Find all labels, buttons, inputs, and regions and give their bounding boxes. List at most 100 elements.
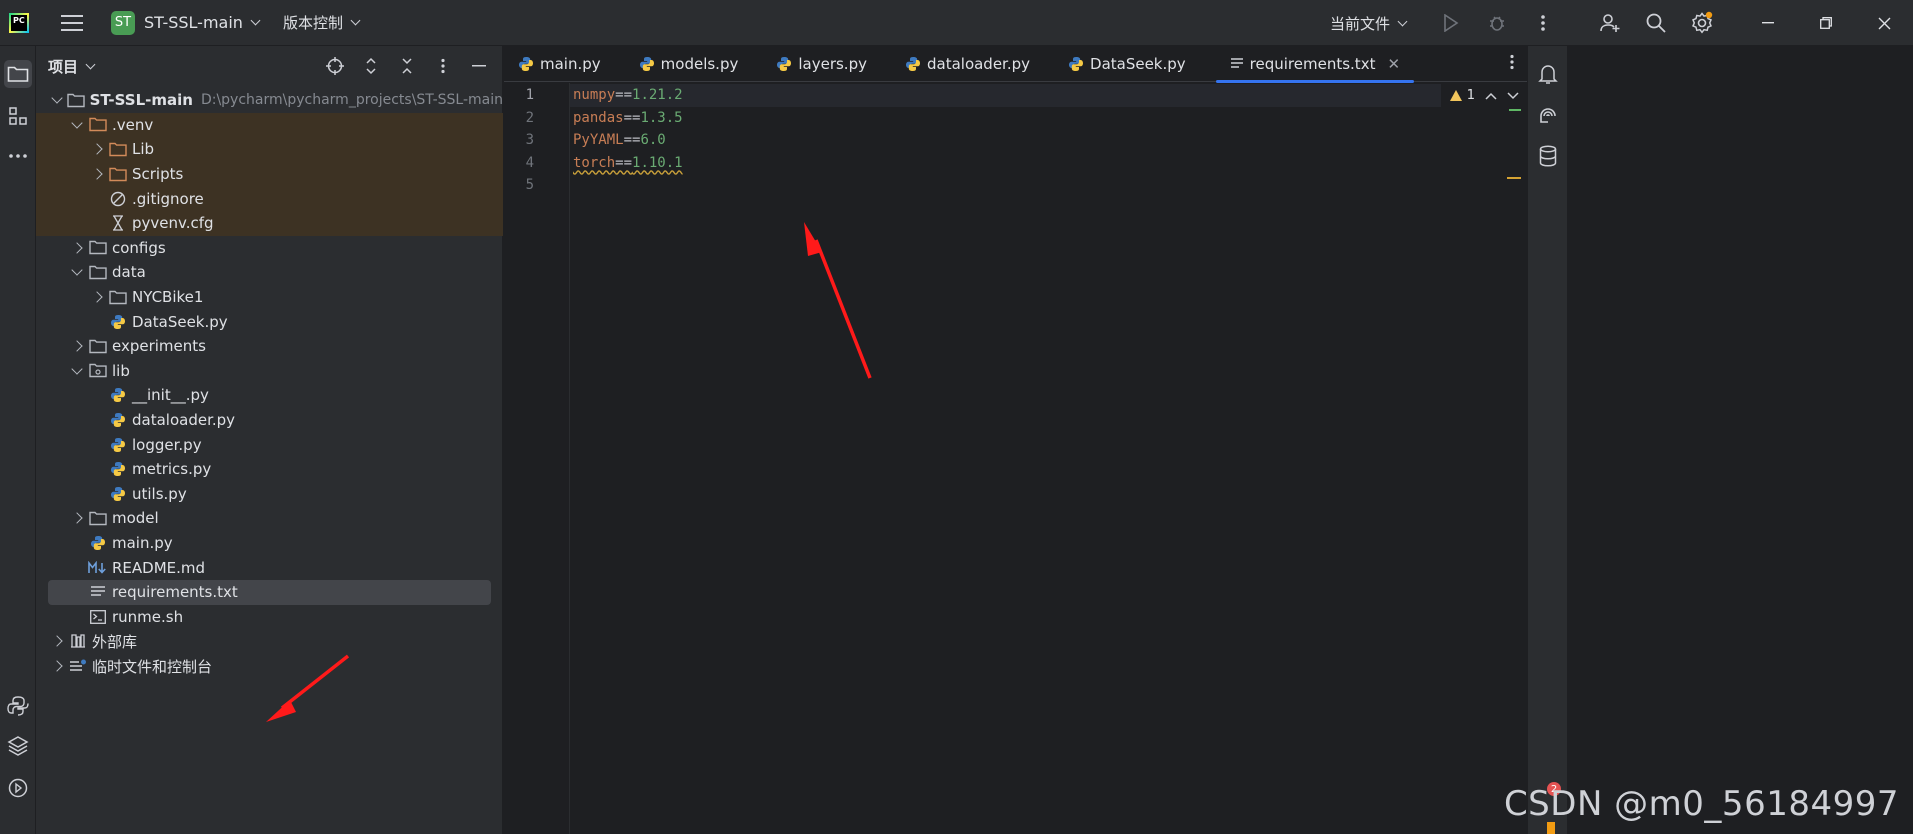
- debug-button[interactable]: [1483, 9, 1511, 37]
- tab-layers-py[interactable]: layers.py: [762, 46, 881, 82]
- tree-row-init[interactable]: __init__.py: [36, 383, 503, 408]
- tree-row-dataseek[interactable]: DataSeek.py: [36, 309, 503, 334]
- chevron-right-icon[interactable]: [90, 167, 104, 181]
- more-actions-button[interactable]: [1529, 9, 1557, 37]
- tree-row-external-libraries[interactable]: 外部库: [36, 629, 503, 654]
- collapse-all-button[interactable]: [396, 55, 418, 77]
- python-file-icon: [108, 313, 128, 331]
- tree-row-experiments[interactable]: experiments: [36, 334, 503, 359]
- tree-row-data[interactable]: data: [36, 260, 503, 285]
- search-everywhere-button[interactable]: [1642, 9, 1670, 37]
- notifications-button[interactable]: [1534, 60, 1562, 88]
- version-operator: ==: [623, 132, 641, 148]
- tree-row-pyvenv-cfg[interactable]: pyvenv.cfg: [36, 211, 503, 236]
- tree-row-scripts[interactable]: Scripts: [36, 161, 503, 187]
- tree-row-metrics[interactable]: metrics.py: [36, 457, 503, 482]
- tab-dataseek-py[interactable]: DataSeek.py: [1054, 46, 1200, 82]
- expand-all-button[interactable]: [360, 55, 382, 77]
- tree-row-dataloader[interactable]: dataloader.py: [36, 408, 503, 433]
- project-badge[interactable]: ST: [111, 10, 135, 35]
- chevron-right-icon[interactable]: [70, 339, 84, 353]
- code-line[interactable]: PyYAML==6.0: [573, 129, 666, 152]
- main-menu-icon[interactable]: [61, 14, 83, 31]
- add-user-button[interactable]: [1596, 9, 1624, 37]
- tree-row-nycbike1[interactable]: NYCBike1: [36, 285, 503, 310]
- code-line[interactable]: torch==1.10.1: [573, 152, 683, 175]
- tab-models-py[interactable]: models.py: [625, 46, 753, 82]
- tree-row-runme[interactable]: runme.sh: [36, 605, 503, 630]
- panel-options-button[interactable]: [432, 55, 454, 77]
- chevron-down-icon[interactable]: [50, 93, 63, 107]
- hide-panel-button[interactable]: [468, 55, 490, 77]
- tree-row-label: dataloader.py: [132, 411, 236, 430]
- chevron-down-icon[interactable]: [350, 15, 361, 26]
- chevron-down-icon[interactable]: [250, 15, 261, 26]
- tree-row-readme[interactable]: README.md: [36, 555, 503, 580]
- restore-button[interactable]: [1797, 0, 1855, 46]
- settings-button[interactable]: [1688, 9, 1716, 37]
- chevron-right-icon[interactable]: [90, 290, 104, 304]
- warning-counter[interactable]: 1: [1449, 88, 1475, 103]
- inspection-widget[interactable]: 1: [1449, 88, 1519, 103]
- expand-all-icon: [366, 57, 376, 75]
- run-button[interactable]: [1437, 9, 1465, 37]
- scrollbar-change-marker[interactable]: [1509, 109, 1521, 111]
- project-tool-button[interactable]: [4, 60, 32, 88]
- chevron-right-icon[interactable]: [70, 511, 84, 525]
- chevron-right-icon[interactable]: [50, 659, 64, 673]
- code-line[interactable]: numpy==1.21.2: [570, 84, 1441, 107]
- minimize-button[interactable]: [1739, 0, 1797, 46]
- tab-requirements-txt[interactable]: requirements.txt ✕: [1215, 46, 1415, 83]
- tree-row-main[interactable]: main.py: [36, 531, 503, 556]
- tree-row-gitignore[interactable]: .gitignore: [36, 186, 503, 211]
- chevron-down-icon[interactable]: [85, 59, 96, 69]
- folder-icon: [88, 239, 108, 257]
- line-number: 1: [525, 87, 534, 103]
- python-packages-button[interactable]: [4, 732, 32, 760]
- tree-row-lib-venv[interactable]: Lib: [36, 137, 503, 162]
- tree-row-scratches[interactable]: 临时文件和控制台: [36, 654, 503, 679]
- tab-options-button[interactable]: [1509, 54, 1515, 74]
- locate-file-button[interactable]: [324, 55, 346, 77]
- python-file-icon: [108, 460, 128, 478]
- tree-row-label: data: [112, 263, 146, 282]
- tab-main-py[interactable]: main.py: [504, 46, 615, 82]
- ai-assistant-button[interactable]: [1534, 102, 1562, 130]
- code-line[interactable]: pandas==1.3.5: [573, 107, 683, 130]
- chevron-right-icon[interactable]: [90, 142, 104, 156]
- project-view-selector[interactable]: 项目: [48, 56, 78, 77]
- database-button[interactable]: [1534, 142, 1562, 170]
- close-tab-icon[interactable]: ✕: [1387, 55, 1400, 73]
- python-file-icon: [108, 485, 128, 503]
- chevron-up-icon[interactable]: [1485, 92, 1497, 100]
- restore-icon: [1820, 17, 1832, 29]
- tab-dataloader-py[interactable]: dataloader.py: [891, 46, 1044, 82]
- tree-row-lib[interactable]: lib: [36, 359, 503, 384]
- close-window-button[interactable]: [1855, 0, 1913, 46]
- tree-row-root[interactable]: ST-SSL-main D:\pycharm\pycharm_projects\…: [36, 88, 503, 113]
- chevron-down-icon[interactable]: [70, 364, 84, 378]
- chevron-down-icon[interactable]: [70, 118, 84, 132]
- folder-icon: [88, 263, 108, 281]
- tree-row-configs[interactable]: configs: [36, 236, 503, 261]
- services-button[interactable]: [4, 774, 32, 802]
- vcs-menu[interactable]: 版本控制: [283, 12, 343, 33]
- tree-row-requirements[interactable]: requirements.txt: [36, 580, 503, 605]
- chevron-right-icon[interactable]: [50, 634, 64, 648]
- close-icon: [1878, 17, 1890, 29]
- tree-row-venv[interactable]: .venv: [36, 112, 503, 138]
- tree-row-model[interactable]: model: [36, 506, 503, 531]
- tab-label: models.py: [660, 54, 739, 73]
- tree-row-logger[interactable]: logger.py: [36, 432, 503, 457]
- chevron-down-icon[interactable]: [1507, 91, 1519, 100]
- structure-tool-button[interactable]: [4, 102, 32, 130]
- chevron-down-icon[interactable]: [70, 265, 84, 279]
- tab-label: requirements.txt: [1249, 54, 1376, 73]
- more-tools-button[interactable]: [4, 142, 32, 170]
- run-configuration-selector[interactable]: 当前文件: [1330, 13, 1408, 34]
- python-console-button[interactable]: [4, 692, 32, 720]
- project-name[interactable]: ST-SSL-main: [144, 13, 243, 32]
- tree-row-utils[interactable]: utils.py: [36, 482, 503, 507]
- scrollbar-warning-marker[interactable]: [1507, 177, 1521, 179]
- chevron-right-icon[interactable]: [70, 241, 84, 255]
